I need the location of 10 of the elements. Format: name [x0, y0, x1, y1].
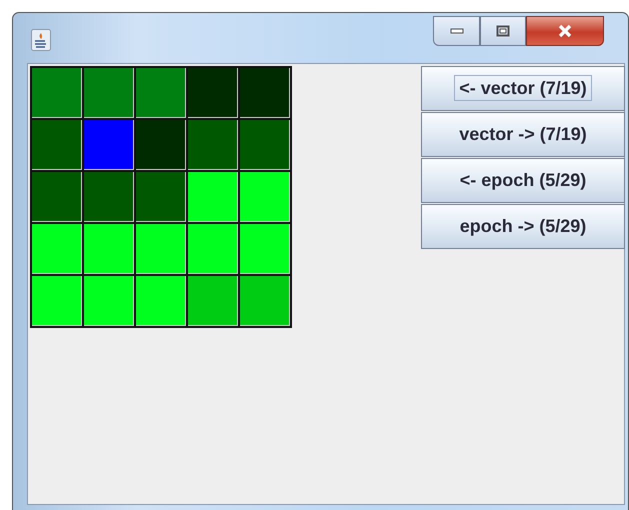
nav-button[interactable]: <- vector (7/19) [421, 66, 625, 111]
maximize-icon [496, 25, 510, 37]
nav-button[interactable]: <- epoch (5/29) [421, 158, 625, 203]
close-button[interactable] [526, 16, 604, 46]
nav-button[interactable]: epoch -> (5/29) [421, 204, 625, 249]
close-icon [557, 24, 573, 38]
maximize-button[interactable] [480, 16, 526, 46]
minimize-button[interactable] [433, 16, 480, 46]
nav-button[interactable]: vector -> (7/19) [421, 112, 625, 157]
minimize-icon [450, 28, 464, 34]
